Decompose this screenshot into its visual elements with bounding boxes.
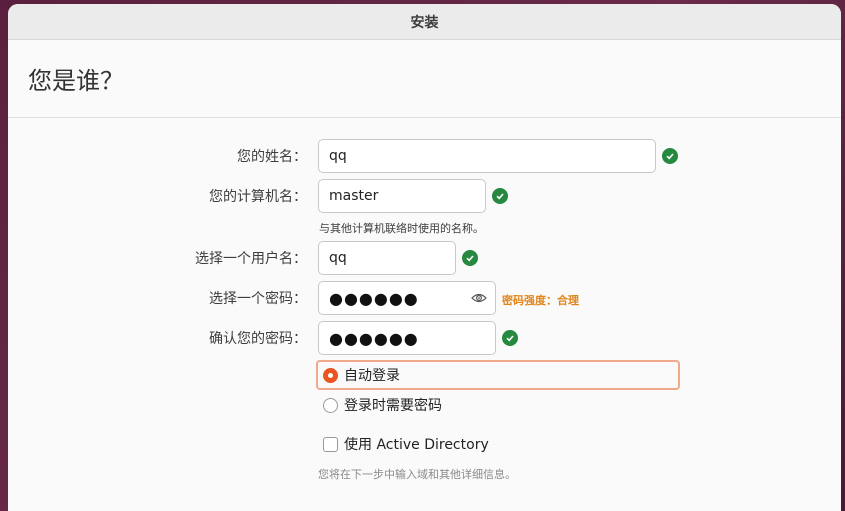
- check-circle-icon: [462, 250, 478, 266]
- require-password-option[interactable]: 登录时需要密码: [318, 390, 558, 420]
- auto-login-label: 自动登录: [344, 368, 400, 384]
- auto-login-option[interactable]: 自动登录: [316, 360, 680, 390]
- password-label: 选择一个密码：: [209, 291, 307, 307]
- require-password-label: 登录时需要密码: [344, 398, 442, 414]
- page-header: 您是谁？: [8, 40, 841, 118]
- password-strength: 密码强度：合理: [502, 294, 579, 307]
- name-label: 您的姓名：: [237, 149, 307, 165]
- computer-name-hint: 与其他计算机联络时使用的名称。: [319, 222, 484, 235]
- username-label: 选择一个用户名：: [195, 251, 307, 267]
- checkbox-icon: [323, 436, 338, 452]
- computer-name-input[interactable]: master: [318, 179, 486, 213]
- check-circle-icon: [662, 148, 678, 164]
- username-row: 选择一个用户名： qq: [8, 241, 841, 275]
- confirm-password-input[interactable]: ●●●●●●: [318, 321, 496, 355]
- confirm-password-row: 确认您的密码： ●●●●●●: [8, 321, 841, 355]
- password-row: 选择一个密码： ●●●●●● 密码强度：合理: [8, 281, 841, 315]
- title-bar: 安装: [8, 4, 841, 40]
- active-directory-label: 使用 Active Directory: [344, 437, 489, 453]
- eye-icon[interactable]: [471, 291, 487, 305]
- radio-selected-icon: [323, 367, 338, 383]
- installer-window: 安装 您是谁？ 您的姓名： qq 您的计算机名： master 与其他计算机联络…: [8, 4, 841, 511]
- page-title: 您是谁？: [28, 67, 124, 95]
- computer-name-label: 您的计算机名：: [209, 189, 307, 205]
- confirm-password-label: 确认您的密码：: [209, 331, 307, 347]
- password-input[interactable]: ●●●●●●: [318, 281, 496, 315]
- check-circle-icon: [492, 188, 508, 204]
- password-mask: ●●●●●●: [329, 288, 419, 308]
- name-input[interactable]: qq: [318, 139, 656, 173]
- check-circle-icon: [502, 330, 518, 346]
- name-row: 您的姓名： qq: [8, 139, 841, 173]
- active-directory-option[interactable]: 使用 Active Directory: [318, 429, 558, 459]
- active-directory-hint: 您将在下一步中输入域和其他详细信息。: [318, 468, 516, 481]
- confirm-password-mask: ●●●●●●: [329, 328, 419, 348]
- computer-name-row: 您的计算机名： master: [8, 179, 841, 213]
- window-title: 安装: [410, 14, 439, 31]
- username-input[interactable]: qq: [318, 241, 456, 275]
- radio-unselected-icon: [323, 397, 338, 413]
